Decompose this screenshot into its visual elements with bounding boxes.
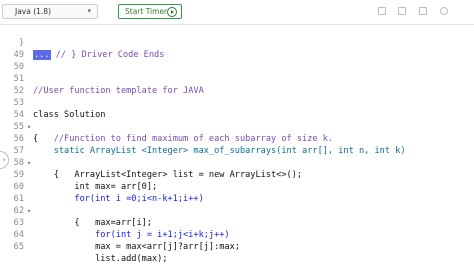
expand-icon[interactable] <box>419 7 427 15</box>
code-line: 56 static ArrayList <Integer> max_of_sub… <box>0 121 474 156</box>
language-select[interactable]: Java (1.8) ▾ <box>2 4 98 19</box>
code-line: 49 <box>0 37 474 60</box>
code-line: 59 int max= arr[0]; <box>0 157 474 192</box>
code-line: 50 <box>0 49 474 72</box>
code-line: 51 //User function template for JAVA <box>0 61 474 96</box>
code-line: 63 for(int j = i+1;j<i+k;j++) <box>0 205 474 240</box>
play-icon <box>167 7 177 17</box>
code-line: 54 ▾ { <box>0 97 474 144</box>
code-line: 57 ▾ { <box>0 133 474 180</box>
code-line: 60 for(int i =0;i<n-k+1;i++) <box>0 169 474 204</box>
code-line: 62 max=arr[i]; <box>0 193 474 228</box>
code-line: } ... // } Driver Code Ends <box>0 25 474 60</box>
code-line: 53 class Solution <box>0 85 474 120</box>
code-editor[interactable]: } ... // } Driver Code Ends 49 50 51 //U… <box>0 25 474 264</box>
code-line: 64 max = max<arr[j]?arr[j]:max; <box>0 217 474 252</box>
start-timer-label: Start Timer <box>125 7 168 16</box>
language-select-value: Java (1.8) <box>15 7 52 16</box>
code-line: 52 <box>0 73 474 96</box>
chevron-right-icon: › <box>1 156 7 164</box>
code-line: 61 ▾ { <box>0 181 474 228</box>
code-line: 55 //Function to find maximum of each su… <box>0 109 474 144</box>
chevron-down-icon: ▾ <box>87 7 91 15</box>
start-timer-button[interactable]: Start Timer <box>118 4 182 19</box>
save-icon[interactable] <box>398 7 406 15</box>
code-line: 66 } <box>0 241 474 249</box>
code-line: 65 list.add(max); <box>0 229 474 264</box>
line-code: list.add(max); <box>33 254 168 264</box>
settings-icon[interactable] <box>440 7 448 15</box>
editor-toolbar: Java (1.8) ▾ Start Timer <box>0 0 474 25</box>
code-line: 58 ArrayList<Integer> list = new ArrayLi… <box>0 145 474 180</box>
copy-icon[interactable] <box>378 7 386 15</box>
